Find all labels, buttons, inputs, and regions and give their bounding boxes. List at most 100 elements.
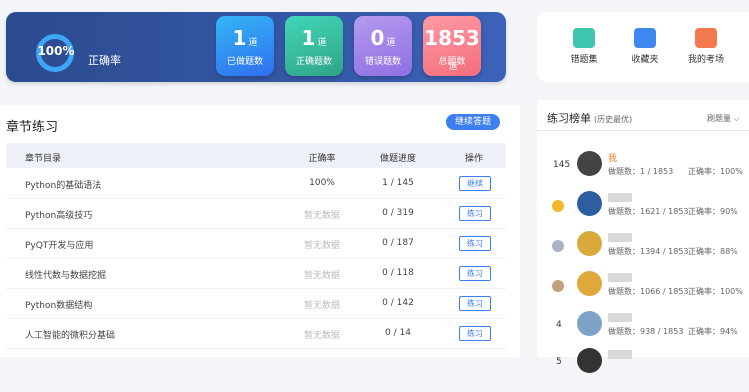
stat-done-unit: 道 bbox=[248, 38, 258, 48]
my-exams-link[interactable]: 我的考场 bbox=[680, 28, 732, 65]
ranking-entry: 做题数：1394 / 1853 正确率：88% bbox=[537, 231, 749, 275]
done-count: 做题数：1 / 1853 bbox=[608, 167, 674, 176]
chapter-action-button[interactable]: 练习 bbox=[459, 296, 491, 311]
summary-banner: 100% 正确率 1道 已做题数 1道 正确题数 0道 错误题数 1853道 总… bbox=[6, 12, 506, 82]
ranking-entry: 145 我 做题数：1 / 1853 正确率：100% bbox=[537, 151, 749, 195]
ranking-entry: 4 做题数：938 / 1853 正确率：94% bbox=[537, 311, 749, 355]
bronze-medal-icon bbox=[552, 280, 564, 292]
chapter-practice-panel: 章节练习 继续答题 章节目录 正确率 做题进度 操作 Python的基础语法 1… bbox=[0, 105, 520, 357]
table-row: Python数据结构 暂无数据 0 / 142 练习 bbox=[6, 288, 506, 319]
favorites-label: 收藏夹 bbox=[631, 55, 659, 65]
ranking-subtitle: (历史最优) bbox=[594, 115, 633, 124]
avatar bbox=[577, 271, 602, 296]
ranking-sort-dropdown[interactable]: 刷题量 ⌵ bbox=[707, 113, 740, 124]
chapter-name[interactable]: PyQT开发与应用 bbox=[25, 238, 93, 251]
stat-correct-unit: 道 bbox=[317, 38, 327, 48]
ranking-panel: 练习榜单 (历史最优) 刷题量 ⌵ 145 我 做题数：1 / 1853 正确率：… bbox=[537, 100, 749, 373]
blurred-user-name bbox=[608, 350, 632, 359]
accuracy-rate: 正确率：90% bbox=[688, 207, 738, 216]
stat-wrong-unit: 道 bbox=[386, 38, 396, 48]
chapter-progress: 0 / 319 bbox=[382, 208, 414, 218]
continue-answering-button[interactable]: 继续答题 bbox=[446, 114, 500, 130]
table-row: Python高级技巧 暂无数据 0 / 319 练习 bbox=[6, 198, 506, 229]
chapter-name[interactable]: 线性代数与数据挖掘 bbox=[25, 268, 106, 281]
chapter-progress: 0 / 187 bbox=[382, 238, 414, 248]
header-action: 操作 bbox=[464, 154, 483, 164]
avatar bbox=[577, 231, 602, 256]
wrong-questions-label: 错题集 bbox=[570, 55, 598, 65]
rank-number: 145 bbox=[553, 160, 571, 170]
stat-card-total[interactable]: 1853道 总题数 bbox=[423, 16, 481, 76]
done-count: 做题数：1066 / 1853 bbox=[608, 287, 689, 296]
header-accuracy: 正确率 bbox=[308, 154, 336, 164]
avatar bbox=[577, 348, 602, 373]
chapter-action-button[interactable]: 练习 bbox=[459, 266, 491, 281]
header-progress: 做题进度 bbox=[379, 154, 416, 164]
chapter-accuracy: 暂无数据 bbox=[303, 241, 340, 251]
accuracy-rate: 正确率：94% bbox=[688, 327, 738, 336]
chapter-action-button[interactable]: 练习 bbox=[459, 206, 491, 221]
blurred-user-name bbox=[608, 233, 632, 242]
star-folder-icon bbox=[634, 28, 656, 48]
ranking-title: 练习榜单 bbox=[547, 112, 591, 125]
chapter-progress: 1 / 145 bbox=[382, 178, 414, 188]
chapter-name[interactable]: Python数据结构 bbox=[25, 298, 92, 311]
accuracy-rate: 正确率：100% bbox=[688, 167, 743, 176]
silver-medal-icon bbox=[552, 240, 564, 252]
exam-icon bbox=[695, 28, 717, 48]
stat-card-correct[interactable]: 1道 正确题数 bbox=[285, 16, 343, 76]
chapter-progress: 0 / 118 bbox=[382, 268, 414, 278]
gold-medal-icon bbox=[552, 200, 564, 212]
table-row: 线性代数与数据挖掘 暂无数据 0 / 118 练习 bbox=[6, 258, 506, 289]
chapter-accuracy: 100% bbox=[309, 178, 335, 188]
stat-correct-count: 1 bbox=[301, 26, 316, 50]
stat-card-done[interactable]: 1道 已做题数 bbox=[216, 16, 274, 76]
stat-done-label: 已做题数 bbox=[226, 57, 263, 67]
accuracy-rate: 正确率：100% bbox=[688, 287, 743, 296]
chapter-action-button[interactable]: 练习 bbox=[459, 236, 491, 251]
table-row: PyQT开发与应用 暂无数据 0 / 187 练习 bbox=[6, 228, 506, 259]
chapter-accuracy: 暂无数据 bbox=[303, 211, 340, 221]
avatar bbox=[577, 191, 602, 216]
done-count: 做题数：1621 / 1853 bbox=[608, 207, 689, 216]
quick-links-panel: 错题集 收藏夹 我的考场 bbox=[537, 12, 749, 82]
stat-total-label: 总题数 bbox=[438, 57, 466, 67]
my-exams-label: 我的考场 bbox=[687, 55, 724, 65]
blurred-user-name bbox=[608, 273, 632, 282]
chapter-accuracy: 暂无数据 bbox=[303, 331, 340, 341]
blurred-user-name bbox=[608, 313, 632, 322]
ranking-entry: 做题数：1621 / 1853 正确率：90% bbox=[537, 191, 749, 235]
stat-wrong-label: 错误题数 bbox=[364, 57, 401, 67]
rank-number: 5 bbox=[556, 357, 562, 367]
accuracy-rate: 正确率：88% bbox=[688, 247, 738, 256]
ranking-sort-label: 刷题量 bbox=[707, 114, 731, 123]
chapter-action-button[interactable]: 练习 bbox=[459, 326, 491, 341]
wrong-questions-link[interactable]: 错题集 bbox=[558, 28, 610, 65]
done-count: 做题数：938 / 1853 bbox=[608, 327, 684, 336]
ranking-entry: 做题数：1066 / 1853 正确率：100% bbox=[537, 271, 749, 315]
chapter-name[interactable]: Python的基础语法 bbox=[25, 178, 101, 191]
chapter-accuracy: 暂无数据 bbox=[303, 271, 340, 281]
done-count: 做题数：1394 / 1853 bbox=[608, 247, 689, 256]
blurred-user-name bbox=[608, 193, 632, 202]
chapter-action-button[interactable]: 继续 bbox=[459, 176, 491, 191]
rank-number: 4 bbox=[556, 320, 562, 330]
table-row: Python的基础语法 100% 1 / 145 继续 bbox=[6, 168, 506, 199]
chapter-table-header: 章节目录 正确率 做题进度 操作 bbox=[6, 143, 506, 168]
favorites-link[interactable]: 收藏夹 bbox=[619, 28, 671, 65]
wrong-book-icon bbox=[573, 28, 595, 48]
header-chapter: 章节目录 bbox=[25, 154, 62, 164]
stat-card-wrong[interactable]: 0道 错误题数 bbox=[354, 16, 412, 76]
accuracy-value: 100% bbox=[37, 44, 75, 58]
stat-done-count: 1 bbox=[232, 26, 247, 50]
ranking-entry: 5 bbox=[537, 348, 749, 392]
avatar bbox=[577, 311, 602, 336]
stat-total-count: 1853 bbox=[424, 26, 480, 50]
accuracy-label: 正确率 bbox=[88, 54, 121, 67]
avatar bbox=[577, 151, 602, 176]
chevron-down-icon: ⌵ bbox=[733, 114, 740, 123]
chapter-name[interactable]: 人工智能的微积分基础 bbox=[25, 328, 115, 341]
user-name: 我 bbox=[608, 154, 618, 164]
chapter-name[interactable]: Python高级技巧 bbox=[25, 208, 92, 221]
stat-correct-label: 正确题数 bbox=[295, 57, 332, 67]
